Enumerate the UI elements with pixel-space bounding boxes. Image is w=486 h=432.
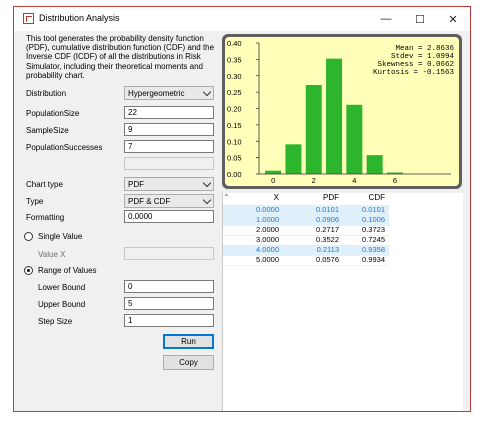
chevron-down-icon — [202, 178, 212, 188]
cell-cdf-value[interactable]: 0.0101 — [341, 205, 385, 215]
pdf-bar — [285, 144, 302, 174]
header-x[interactable]: X — [223, 193, 279, 202]
population-size-input[interactable]: 22 — [124, 106, 214, 119]
single-value-label[interactable]: Single Value — [38, 232, 82, 241]
cell-pdf-value[interactable]: 0.0906 — [281, 215, 339, 225]
chart-type-select[interactable]: PDF — [124, 177, 214, 191]
upper-bound-label: Upper Bound — [38, 300, 86, 309]
value-x-input — [124, 247, 214, 260]
population-successes-label: PopulationSuccesses — [26, 143, 103, 152]
type-value: PDF & CDF — [128, 197, 171, 206]
cell-pdf-value[interactable]: 0.2717 — [281, 225, 339, 235]
stat-line: Kurtosis = -0.1563 — [373, 69, 455, 77]
y-tick-label: 0.35 — [227, 55, 242, 64]
cell-x-value[interactable]: 4.0000 — [223, 245, 279, 255]
step-size-input[interactable]: 1 — [124, 314, 214, 327]
cell-pdf-value[interactable]: 0.3522 — [281, 235, 339, 245]
window-title: Distribution Analysis — [39, 13, 120, 23]
cell-x-value[interactable]: 0.0000 — [223, 205, 279, 215]
cell-cdf-value[interactable]: 0.3723 — [341, 225, 385, 235]
y-tick-label: 0.00 — [227, 170, 242, 179]
sample-size-label: SampleSize — [26, 126, 69, 135]
cell-pdf-value[interactable]: 0.0576 — [281, 255, 339, 265]
x-tick-label: 4 — [352, 176, 356, 185]
cell-cdf-value[interactable]: 0.9358 — [341, 245, 385, 255]
chevron-down-icon — [202, 87, 212, 97]
cell-pdf-value[interactable]: 0.0101 — [281, 205, 339, 215]
pdf-bar — [305, 85, 322, 174]
chart-type-value: PDF — [128, 180, 144, 189]
cell-x-value[interactable]: 1.0000 — [223, 215, 279, 225]
range-of-values-radio[interactable] — [24, 266, 33, 275]
cell-x-value[interactable]: 3.0000 — [223, 235, 279, 245]
distribution-value: Hypergeometric — [128, 89, 185, 98]
x-tick-label: 2 — [312, 176, 316, 185]
type-select[interactable]: PDF & CDF — [124, 194, 214, 208]
pdf-bar — [326, 58, 343, 175]
header-pdf[interactable]: PDF — [281, 193, 339, 202]
cell-cdf-value[interactable]: 0.1006 — [341, 215, 385, 225]
population-size-label: PopulationSize — [26, 109, 80, 118]
y-tick-label: 0.30 — [227, 72, 242, 81]
formatting-input[interactable]: 0.0000 — [124, 210, 214, 223]
type-label: Type — [26, 197, 44, 206]
y-tick-label: 0.20 — [227, 105, 242, 114]
cell-x-value[interactable]: 2.0000 — [223, 225, 279, 235]
title-bar[interactable]: Distribution Analysis — ☐ ✕ — [14, 7, 470, 31]
distribution-label: Distribution — [26, 89, 67, 98]
value-x-label: Value X — [38, 250, 66, 259]
table-row[interactable]: 5.0000 0.0576 0.9934 — [223, 255, 389, 266]
y-axis: 0.40 0.35 0.30 0.25 0.20 0.15 0.10 0.05 0.00 — [227, 39, 260, 179]
cell-cdf-value[interactable]: 0.7245 — [341, 235, 385, 245]
distribution-analysis-window: Distribution Analysis — ☐ ✕ This tool ge… — [13, 6, 471, 412]
y-tick-label: 0.05 — [227, 154, 242, 163]
y-tick-label: 0.40 — [227, 39, 242, 48]
chart-frame: 0.40 0.35 0.30 0.25 0.20 0.15 0.10 0.05 0.00 0 2 4… — [222, 34, 462, 189]
single-value-radio[interactable] — [24, 232, 33, 241]
distribution-select[interactable]: Hypergeometric — [124, 86, 214, 100]
chart-type-label: Chart type — [26, 180, 63, 189]
header-cdf[interactable]: CDF — [341, 193, 385, 202]
minimize-button[interactable]: — — [369, 7, 403, 31]
chart-area: 0.40 0.35 0.30 0.25 0.20 0.15 0.10 0.05 0.00 0 2 4… — [225, 37, 459, 186]
pdf-bar — [366, 155, 383, 174]
x-tick-label: 6 — [393, 176, 397, 185]
step-size-label: Step Size — [38, 317, 73, 326]
close-button[interactable]: ✕ — [436, 7, 470, 31]
population-successes-input[interactable]: 7 — [124, 140, 214, 153]
stat-line: Stdev = 1.0994 — [391, 53, 455, 61]
table-header: ⌃ X PDF CDF — [223, 193, 463, 204]
copy-button[interactable]: Copy — [163, 355, 214, 370]
results-table[interactable]: ⌃ X PDF CDF 0.0000 0.0101 0.0101 1.0000 0.09… — [222, 193, 463, 411]
cell-x-value[interactable]: 5.0000 — [223, 255, 279, 265]
lower-bound-label: Lower Bound — [38, 283, 86, 292]
y-tick-label: 0.15 — [227, 121, 242, 130]
sample-size-input[interactable]: 9 — [124, 123, 214, 136]
extra-parameter-input — [124, 157, 214, 170]
stat-line: Skewness = 0.0662 — [377, 61, 454, 69]
y-tick-label: 0.25 — [227, 88, 242, 97]
chevron-down-icon — [202, 195, 212, 205]
formatting-label: Formatting — [26, 213, 65, 222]
cell-pdf-value[interactable]: 0.2113 — [281, 245, 339, 255]
app-icon — [23, 13, 34, 24]
description-text: This tool generates the probability dens… — [26, 34, 215, 80]
pdf-bar — [346, 104, 363, 174]
x-tick-label: 0 — [271, 176, 275, 185]
lower-bound-input[interactable]: 0 — [124, 280, 214, 293]
range-of-values-label[interactable]: Range of Values — [38, 266, 97, 275]
stat-line: Mean = 2.8636 — [395, 45, 454, 53]
upper-bound-input[interactable]: 5 — [124, 297, 214, 310]
y-tick-label: 0.10 — [227, 137, 242, 146]
pdf-bar — [265, 170, 282, 174]
cell-cdf-value[interactable]: 0.9934 — [341, 255, 385, 265]
pdf-chart: 0.40 0.35 0.30 0.25 0.20 0.15 0.10 0.05 0.00 0 2 4… — [227, 39, 455, 185]
run-button[interactable]: Run — [163, 334, 214, 349]
x-axis: 0 2 4 6 — [259, 173, 451, 185]
stats-box: Mean = 2.8636Stdev = 1.0994Skewness = 0.… — [373, 45, 455, 77]
maximize-button[interactable]: ☐ — [403, 7, 437, 31]
